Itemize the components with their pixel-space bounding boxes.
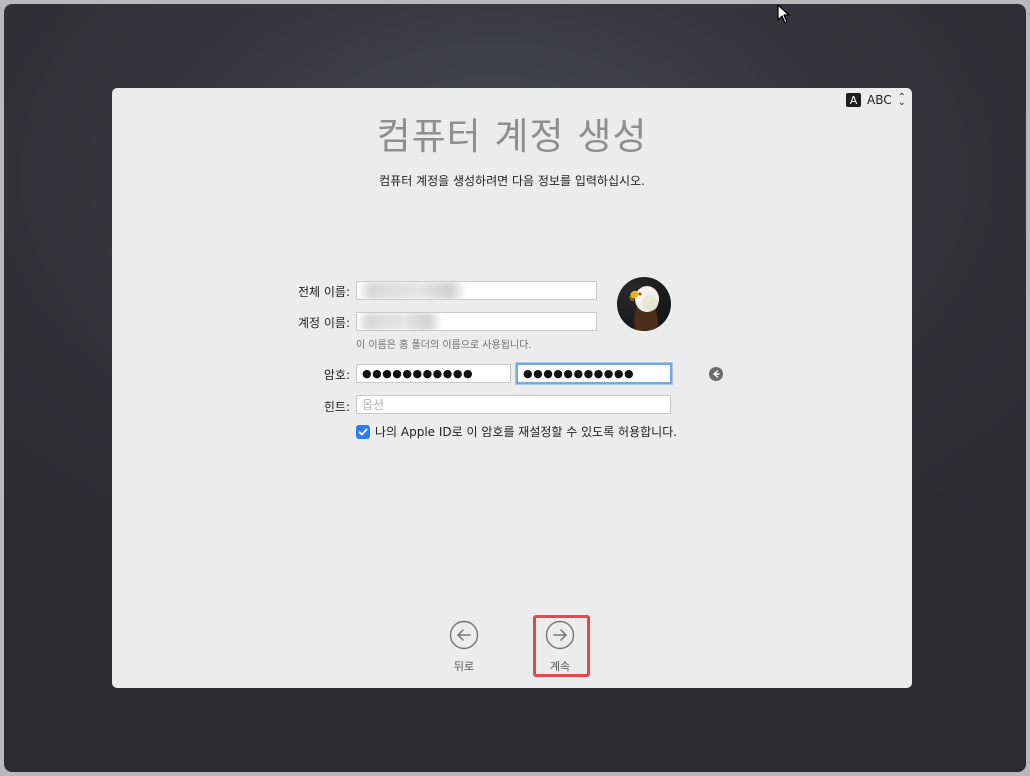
back-label: 뒤로 [453,660,475,673]
password-label: 암호: [323,368,350,382]
eagle-avatar [629,286,659,331]
allow-reset-row[interactable]: 나의 Apple ID로 이 암호를 재설정할 수 있도록 허용합니다. [356,423,677,440]
page-title: 컴퓨터 계정 생성 [376,115,648,158]
verify-password-field[interactable]: ●●●●●●●●●●● [516,363,672,384]
checkmark-icon [358,428,368,435]
password-field[interactable]: ●●●●●●●●●●● [356,364,511,383]
arrow-left-circle-icon [449,620,479,650]
hint-label: 힌트: [323,400,350,414]
screen-background: A ABC ⌃ ⌄ 컴퓨터 계정 생성 컴퓨터 계정을 생성하려면 다음 정보를 … [4,4,1026,772]
mouse-cursor-icon [777,4,790,24]
account-name-label: 계정 이름: [297,316,350,330]
hint-field[interactable]: 옵션 [356,395,671,414]
back-button[interactable]: 뒤로 [436,620,492,680]
allow-reset-label: 나의 Apple ID로 이 암호를 재설정할 수 있도록 허용합니다. [375,425,678,439]
chevron-updown-icon: ⌃ ⌄ [897,92,906,108]
full-name-field[interactable] [356,281,597,300]
delete-left-icon[interactable] [709,367,723,381]
account-name-help: 이 이름은 홈 폴더의 이름으로 사용됩니다. [356,340,532,351]
input-source-label: ABC [867,93,892,107]
hint-placeholder: 옵션 [362,398,385,412]
setup-assistant-window: A ABC ⌃ ⌄ 컴퓨터 계정 생성 컴퓨터 계정을 생성하려면 다음 정보를 … [112,88,912,688]
page-subtitle: 컴퓨터 계정을 생성하려면 다음 정보를 입력하십시오. [379,174,645,188]
redacted-text [357,313,442,330]
full-name-label: 전체 이름: [297,285,350,299]
continue-highlight-box [533,615,590,677]
input-source-badge: A [846,93,861,107]
redacted-text [357,282,467,299]
allow-reset-checkbox[interactable] [356,424,370,439]
input-source-menu[interactable]: A ABC ⌃ ⌄ [846,92,906,108]
account-name-field[interactable] [356,312,597,331]
user-avatar[interactable] [617,277,671,331]
